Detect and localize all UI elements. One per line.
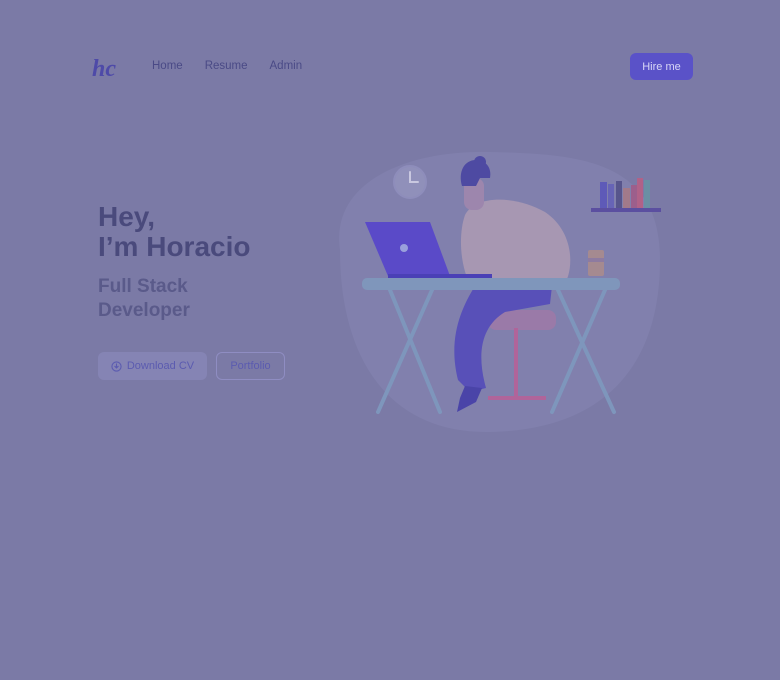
logo-text: hc: [92, 56, 116, 82]
hero-subtitle-line1: Full Stack: [98, 276, 188, 297]
portfolio-label: Portfolio: [230, 360, 271, 372]
logo-icon[interactable]: hc: [92, 54, 122, 82]
download-cv-label: Download CV: [126, 360, 195, 372]
hero-greeting-line1: Hey,: [98, 201, 156, 232]
hero-title: Hey, I’m Horacio: [98, 202, 250, 262]
clock-icon: [393, 165, 427, 199]
hero-subtitle-line2: Developer: [98, 300, 190, 321]
hero-subtitle: Full Stack Developer: [98, 275, 190, 323]
nav-home[interactable]: Home: [152, 60, 183, 72]
developer-illustration: [339, 151, 661, 433]
hire-me-label: Hire me: [642, 60, 681, 73]
desk-top: [362, 278, 620, 290]
download-icon: [111, 360, 122, 372]
download-cv-button[interactable]: Download CV: [98, 352, 207, 380]
coffee-cup-icon: [588, 250, 604, 276]
nav-admin[interactable]: Admin: [270, 60, 303, 72]
portfolio-button[interactable]: Portfolio: [216, 352, 285, 380]
main-nav: Home Resume Admin: [152, 60, 302, 72]
nav-resume[interactable]: Resume: [205, 60, 248, 72]
hero-greeting-line2: I’m Horacio: [98, 231, 251, 262]
hire-me-button[interactable]: Hire me: [630, 53, 693, 80]
